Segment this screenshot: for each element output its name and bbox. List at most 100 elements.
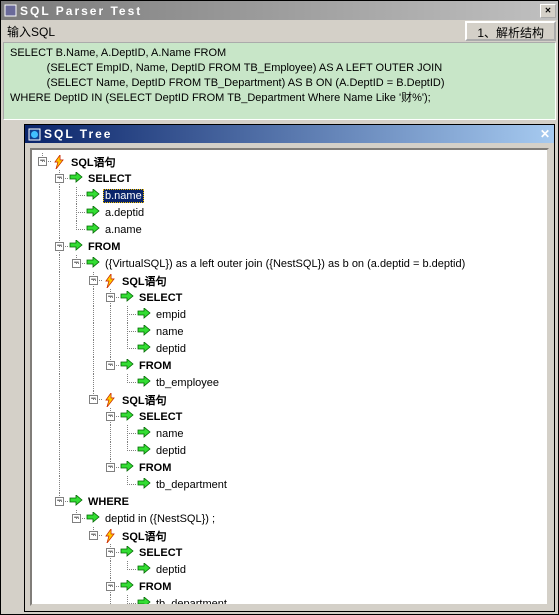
sql-node-icon bbox=[85, 222, 101, 238]
tree-node[interactable]: a.deptid bbox=[34, 204, 545, 221]
tree-node-label: SQL语句 bbox=[69, 154, 118, 170]
sql-node-icon bbox=[85, 511, 101, 527]
tree-node[interactable]: −deptid in ({NestSQL}) ; bbox=[34, 510, 545, 527]
sql-node-icon bbox=[119, 545, 135, 561]
tree-expander[interactable]: − bbox=[38, 157, 47, 166]
sql-node-icon bbox=[85, 256, 101, 272]
tree-node-label: a.name bbox=[103, 224, 144, 236]
tree-node[interactable]: − SELECT bbox=[34, 544, 545, 561]
tree-expander[interactable]: − bbox=[55, 174, 64, 183]
sql-node-icon bbox=[85, 205, 101, 221]
sql-node-icon bbox=[68, 494, 84, 510]
tree-node-label: tb_department bbox=[154, 479, 229, 491]
tree-node[interactable]: name bbox=[34, 323, 545, 340]
tree-node[interactable]: − WHERE bbox=[34, 493, 545, 510]
main-titlebar[interactable]: SQL Parser Test ✕ bbox=[1, 1, 558, 20]
tree-window: SQL Tree ✕ −SQL语句−SELECTb.namea.deptida.… bbox=[24, 124, 555, 612]
tree-title: SQL Tree bbox=[44, 127, 112, 141]
sql-node-icon bbox=[68, 171, 84, 187]
parse-button[interactable]: 1、解析结构 bbox=[465, 21, 556, 41]
tree-node[interactable]: deptid bbox=[34, 340, 545, 357]
tree-node[interactable]: −SQL语句 bbox=[34, 272, 545, 289]
tree-node[interactable]: −FROM bbox=[34, 578, 545, 595]
sql-node-icon bbox=[119, 290, 135, 306]
tree-node-label: deptid bbox=[154, 445, 188, 457]
tree-node[interactable]: − SQL语句 bbox=[34, 391, 545, 408]
tree-node-label: name bbox=[154, 326, 186, 338]
input-label: 输入SQL bbox=[3, 23, 59, 40]
tree-node-label: deptid bbox=[154, 564, 188, 576]
sql-node-icon bbox=[136, 341, 152, 357]
tree-node-label: SELECT bbox=[137, 547, 184, 559]
tree-expander[interactable]: − bbox=[55, 497, 64, 506]
tree-expander[interactable]: − bbox=[89, 531, 98, 540]
tree-expander[interactable]: − bbox=[106, 361, 115, 370]
sql-node-icon bbox=[119, 358, 135, 374]
tree-node[interactable]: − SQL语句 bbox=[34, 153, 545, 170]
sql-node-icon bbox=[136, 562, 152, 578]
tree-node[interactable]: name bbox=[34, 425, 545, 442]
tree-node-label: name bbox=[154, 428, 186, 440]
tree-view[interactable]: −SQL语句−SELECTb.namea.deptida.name−FROM−(… bbox=[30, 148, 549, 606]
sql-node-icon bbox=[119, 579, 135, 595]
tree-expander[interactable]: − bbox=[72, 259, 81, 268]
tree-node[interactable]: a.name bbox=[34, 221, 545, 238]
tree-node-label: SQL语句 bbox=[120, 528, 169, 544]
tree-node[interactable]: deptid bbox=[34, 561, 545, 578]
sql-statement-icon bbox=[102, 392, 118, 408]
tree-expander[interactable]: − bbox=[72, 514, 81, 523]
tree-node-label: SELECT bbox=[86, 173, 133, 185]
tree-node-label: a.deptid bbox=[103, 207, 146, 219]
tree-expander[interactable]: − bbox=[106, 412, 115, 421]
sql-node-icon bbox=[136, 426, 152, 442]
tree-expander[interactable]: − bbox=[89, 276, 98, 285]
tree-node[interactable]: − SELECT bbox=[34, 170, 545, 187]
tree-node-label: ({VirtualSQL}) as a left outer join ({Ne… bbox=[103, 258, 467, 270]
tree-node[interactable]: tb_department bbox=[34, 476, 545, 493]
main-window: SQL Parser Test ✕ 输入SQL 1、解析结构 SELECT B.… bbox=[0, 0, 559, 615]
tree-expander[interactable]: − bbox=[89, 395, 98, 404]
tree-node[interactable]: tb_department bbox=[34, 595, 545, 606]
tree-node[interactable]: − FROM bbox=[34, 459, 545, 476]
main-close-button[interactable]: ✕ bbox=[540, 4, 556, 18]
sql-statement-icon bbox=[102, 528, 118, 544]
tree-expander[interactable]: − bbox=[106, 548, 115, 557]
tree-close-button[interactable]: ✕ bbox=[540, 127, 552, 141]
tree-node-label: SELECT bbox=[137, 292, 184, 304]
tree-node[interactable]: −SELECT bbox=[34, 408, 545, 425]
tree-titlebar[interactable]: SQL Tree ✕ bbox=[25, 125, 554, 143]
tree-node[interactable]: empid bbox=[34, 306, 545, 323]
tree-node-label: deptid bbox=[154, 343, 188, 355]
tree-node-label: tb_department bbox=[154, 598, 229, 607]
tree-expander[interactable]: − bbox=[55, 242, 64, 251]
tree-node[interactable]: − SELECT bbox=[34, 289, 545, 306]
tree-node-label: SQL语句 bbox=[120, 392, 169, 408]
tree-node-label: FROM bbox=[137, 462, 173, 474]
tree-window-icon bbox=[27, 127, 41, 141]
sql-statement-icon bbox=[51, 154, 67, 170]
tree-node-label: FROM bbox=[86, 241, 122, 253]
sql-node-icon bbox=[136, 443, 152, 459]
sql-node-icon bbox=[136, 324, 152, 340]
sql-node-icon bbox=[136, 375, 152, 391]
tree-expander[interactable]: − bbox=[106, 582, 115, 591]
tree-node-label: WHERE bbox=[86, 496, 131, 508]
tree-node-label: empid bbox=[154, 309, 188, 321]
input-row: 输入SQL 1、解析结构 bbox=[1, 20, 558, 42]
sql-node-icon bbox=[136, 307, 152, 323]
tree-node[interactable]: − FROM bbox=[34, 238, 545, 255]
sql-node-icon bbox=[85, 188, 101, 204]
sql-node-icon bbox=[68, 239, 84, 255]
tree-node[interactable]: deptid bbox=[34, 442, 545, 459]
tree-expander[interactable]: − bbox=[106, 463, 115, 472]
tree-node[interactable]: −FROM bbox=[34, 357, 545, 374]
sql-textarea[interactable]: SELECT B.Name, A.DeptID, A.Name FROM (SE… bbox=[3, 42, 556, 120]
tree-node-label: b.name bbox=[103, 189, 144, 203]
sql-statement-icon bbox=[102, 273, 118, 289]
tree-node[interactable]: − ({VirtualSQL}) as a left outer join ({N… bbox=[34, 255, 545, 272]
tree-node[interactable]: b.name bbox=[34, 187, 545, 204]
sql-node-icon bbox=[119, 460, 135, 476]
tree-node[interactable]: − SQL语句 bbox=[34, 527, 545, 544]
tree-expander[interactable]: − bbox=[106, 293, 115, 302]
tree-node[interactable]: tb_employee bbox=[34, 374, 545, 391]
